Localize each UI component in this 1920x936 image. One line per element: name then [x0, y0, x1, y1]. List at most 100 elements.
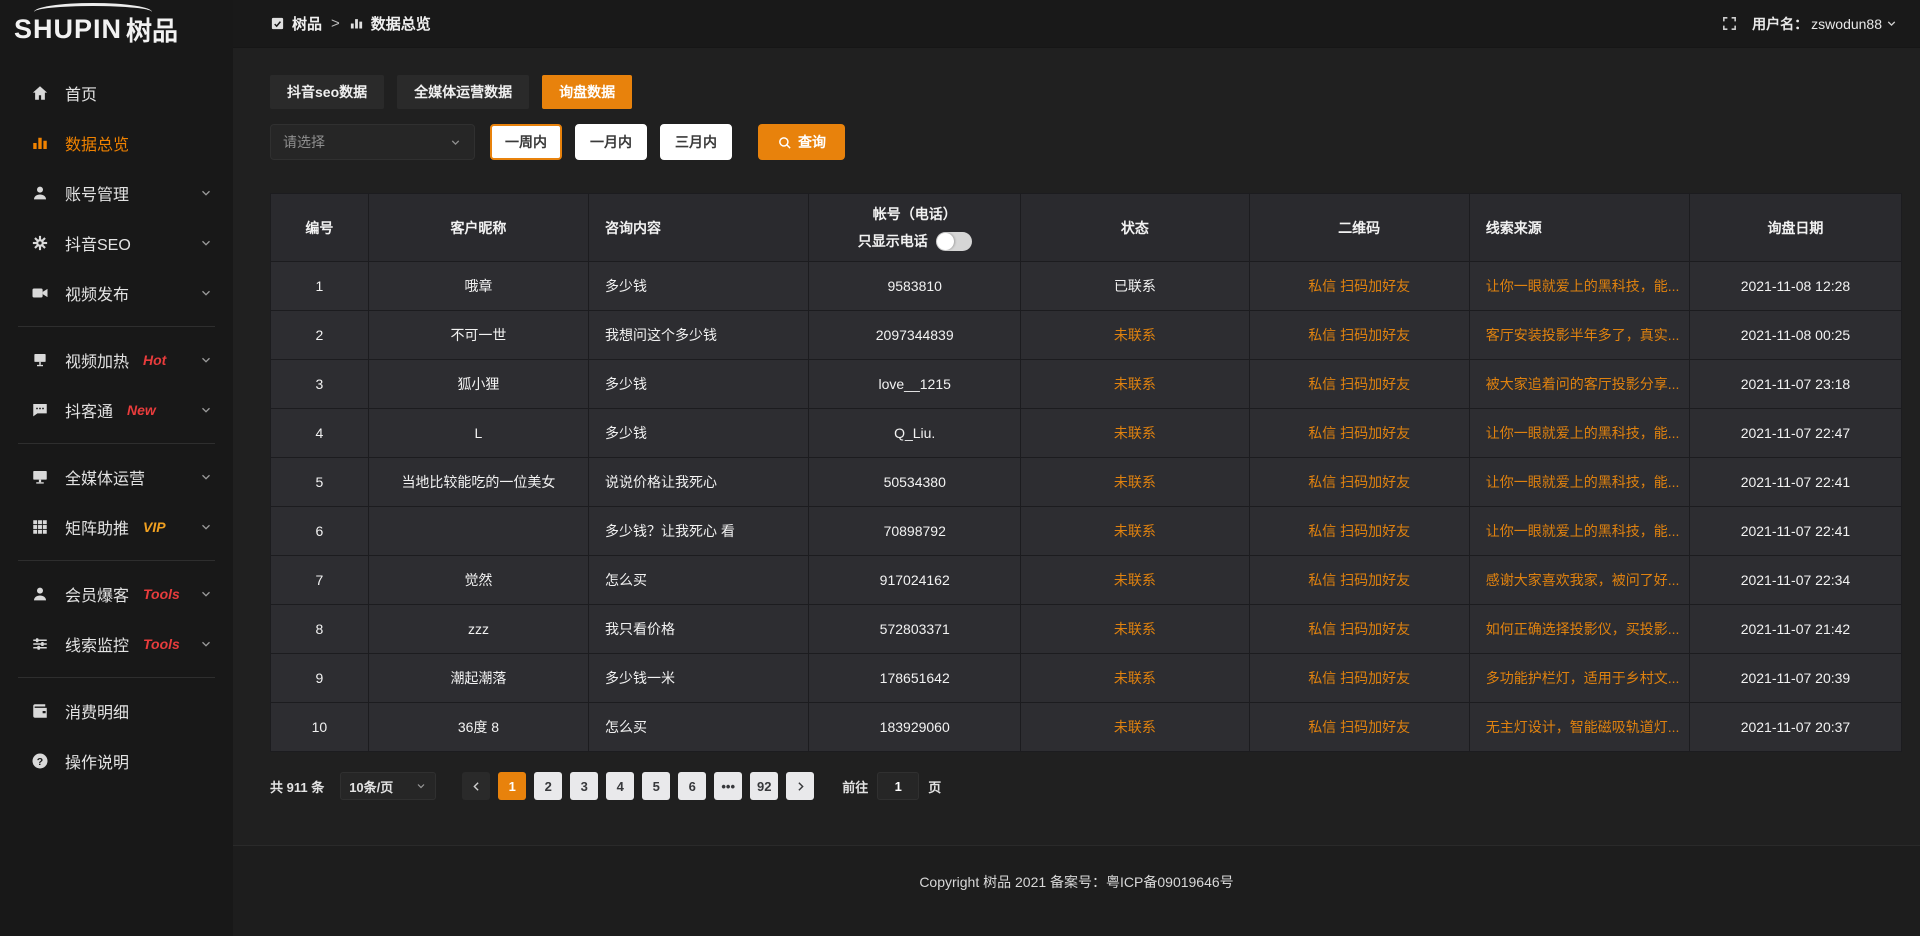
- range-button-1[interactable]: 一月内: [575, 124, 647, 160]
- ellipsis-page-button[interactable]: •••: [714, 772, 742, 800]
- sidebar-item-label: 线索监控: [65, 632, 129, 656]
- cell-qrcode-link[interactable]: 私信 扫码加好友: [1249, 507, 1469, 556]
- topbar-right: 用户名： zswodun88: [1721, 14, 1898, 34]
- next-page-button[interactable]: [786, 772, 814, 800]
- cell-id: 7: [271, 556, 369, 605]
- cell-date: 2021-11-07 20:39: [1689, 654, 1901, 703]
- sidebar-item-2[interactable]: 账号管理: [0, 168, 233, 218]
- sidebar-item-4[interactable]: 视频发布: [0, 268, 233, 318]
- cell-id: 9: [271, 654, 369, 703]
- sidebar-item-5[interactable]: 视频加热 Hot: [0, 335, 233, 385]
- cell-source-link[interactable]: 被大家追着问的客厅投影分享...: [1469, 360, 1689, 409]
- sidebar-item-10[interactable]: 线索监控Tools: [0, 619, 233, 669]
- cell-account: 70898792: [809, 507, 1021, 556]
- phone-only-toggle[interactable]: [936, 232, 972, 251]
- table-row: 1哦章多少钱9583810已联系私信 扫码加好友让你一眼就爱上的黑科技，能...…: [271, 262, 1902, 311]
- tab-1[interactable]: 全媒体运营数据: [397, 75, 529, 109]
- filter-bar: 请选择 一周内一月内三月内 查询: [270, 124, 1902, 160]
- cell-qrcode-link[interactable]: 私信 扫码加好友: [1249, 360, 1469, 409]
- tab-2[interactable]: 询盘数据: [542, 75, 632, 109]
- range-button-0[interactable]: 一周内: [490, 124, 562, 160]
- range-button-2[interactable]: 三月内: [660, 124, 732, 160]
- sidebar-item-label: 视频发布: [65, 281, 129, 305]
- cell-qrcode-link[interactable]: 私信 扫码加好友: [1249, 556, 1469, 605]
- page-button-1[interactable]: 1: [498, 772, 526, 800]
- cell-qrcode-link[interactable]: 私信 扫码加好友: [1249, 703, 1469, 752]
- chevron-down-icon: [199, 236, 213, 250]
- prev-page-button[interactable]: [462, 772, 490, 800]
- total-count: 共 911 条: [270, 777, 324, 796]
- page-button-6[interactable]: 6: [678, 772, 706, 800]
- home-icon: [30, 84, 50, 102]
- gear-icon: [30, 234, 50, 252]
- sidebar-item-7[interactable]: 全媒体运营: [0, 452, 233, 502]
- sidebar-item-label: 视频加热: [65, 348, 129, 372]
- question-icon: ?: [30, 752, 50, 770]
- cell-status: 未联系: [1021, 605, 1249, 654]
- bar-chart-mini-icon: [349, 16, 364, 31]
- cell-qrcode-link[interactable]: 私信 扫码加好友: [1249, 311, 1469, 360]
- cell-source-link[interactable]: 客厅安装投影半年多了，真实...: [1469, 311, 1689, 360]
- table-header-row: 编号客户昵称咨询内容帐号（电话）只显示电话状态二维码线索来源询盘日期: [271, 194, 1902, 262]
- user-menu[interactable]: 用户名： zswodun88: [1752, 14, 1898, 34]
- cell-source-link[interactable]: 多功能护栏灯，适用于乡村文...: [1469, 654, 1689, 703]
- sidebar-item-0[interactable]: 首页: [0, 68, 233, 118]
- cell-qrcode-link[interactable]: 私信 扫码加好友: [1249, 409, 1469, 458]
- sidebar-item-badge: Hot: [143, 352, 166, 368]
- cell-content: 多少钱？让我死心 看: [589, 507, 809, 556]
- cell-source-link[interactable]: 让你一眼就爱上的黑科技，能...: [1469, 507, 1689, 556]
- cell-id: 5: [271, 458, 369, 507]
- column-header-2: 咨询内容: [589, 194, 809, 262]
- cell-qrcode-link[interactable]: 私信 扫码加好友: [1249, 262, 1469, 311]
- app-logo: SHUPIN 树品: [0, 0, 233, 58]
- sidebar-item-1[interactable]: 数据总览: [0, 118, 233, 168]
- cell-date: 2021-11-07 22:41: [1689, 458, 1901, 507]
- tab-0[interactable]: 抖音seo数据: [270, 75, 384, 109]
- sidebar-item-6[interactable]: 抖客通New: [0, 385, 233, 435]
- sidebar-item-8[interactable]: 矩阵助推VIP: [0, 502, 233, 552]
- sidebar-item-label: 操作说明: [65, 749, 129, 773]
- cell-account: 183929060: [809, 703, 1021, 752]
- cell-nickname: 潮起潮落: [368, 654, 588, 703]
- sidebar-item-12[interactable]: ? 操作说明: [0, 736, 233, 786]
- sidebar-item-9[interactable]: 会员爆客Tools: [0, 569, 233, 619]
- cell-source-link[interactable]: 让你一眼就爱上的黑科技，能...: [1469, 409, 1689, 458]
- sidebar-item-11[interactable]: 消费明细: [0, 686, 233, 736]
- cell-source-link[interactable]: 感谢大家喜欢我家，被问了好...: [1469, 556, 1689, 605]
- page-button-3[interactable]: 3: [570, 772, 598, 800]
- page-button-2[interactable]: 2: [534, 772, 562, 800]
- cell-qrcode-link[interactable]: 私信 扫码加好友: [1249, 605, 1469, 654]
- column-header-1: 客户昵称: [368, 194, 588, 262]
- breadcrumb-app[interactable]: 树品: [292, 13, 322, 34]
- topbar: 树品 > 数据总览 用户名： zswodun88: [233, 0, 1920, 48]
- sidebar-divider: [18, 677, 215, 678]
- page-button-92[interactable]: 92: [750, 772, 778, 800]
- date-range-group: 一周内一月内三月内: [490, 124, 732, 160]
- filter-select[interactable]: 请选择: [270, 124, 475, 160]
- main-column: 树品 > 数据总览 用户名： zswodun88: [233, 0, 1920, 936]
- cell-nickname: 哦章: [368, 262, 588, 311]
- cell-content: 多少钱: [589, 409, 809, 458]
- person-icon: [30, 585, 50, 603]
- screen-icon: [30, 351, 50, 369]
- cell-qrcode-link[interactable]: 私信 扫码加好友: [1249, 458, 1469, 507]
- table-row: 6多少钱？让我死心 看70898792未联系私信 扫码加好友让你一眼就爱上的黑科…: [271, 507, 1902, 556]
- cell-qrcode-link[interactable]: 私信 扫码加好友: [1249, 654, 1469, 703]
- cell-date: 2021-11-07 22:47: [1689, 409, 1901, 458]
- sidebar-item-label: 全媒体运营: [65, 465, 145, 489]
- phone-toggle-row: 只显示电话: [819, 231, 1010, 251]
- page-button-5[interactable]: 5: [642, 772, 670, 800]
- cell-source-link[interactable]: 如何正确选择投影仪，买投影...: [1469, 605, 1689, 654]
- page-button-4[interactable]: 4: [606, 772, 634, 800]
- cell-id: 3: [271, 360, 369, 409]
- page-size-select[interactable]: 10条/页: [340, 772, 436, 800]
- goto-page-input[interactable]: 1: [877, 772, 919, 800]
- sidebar-item-3[interactable]: 抖音SEO: [0, 218, 233, 268]
- fullscreen-icon[interactable]: [1721, 15, 1738, 32]
- cell-source-link[interactable]: 让你一眼就爱上的黑科技，能...: [1469, 262, 1689, 311]
- query-button[interactable]: 查询: [758, 124, 845, 160]
- cell-source-link[interactable]: 让你一眼就爱上的黑科技，能...: [1469, 458, 1689, 507]
- cell-status: 未联系: [1021, 556, 1249, 605]
- chevron-down-icon: [199, 470, 213, 484]
- cell-source-link[interactable]: 无主灯设计，智能磁吸轨道灯...: [1469, 703, 1689, 752]
